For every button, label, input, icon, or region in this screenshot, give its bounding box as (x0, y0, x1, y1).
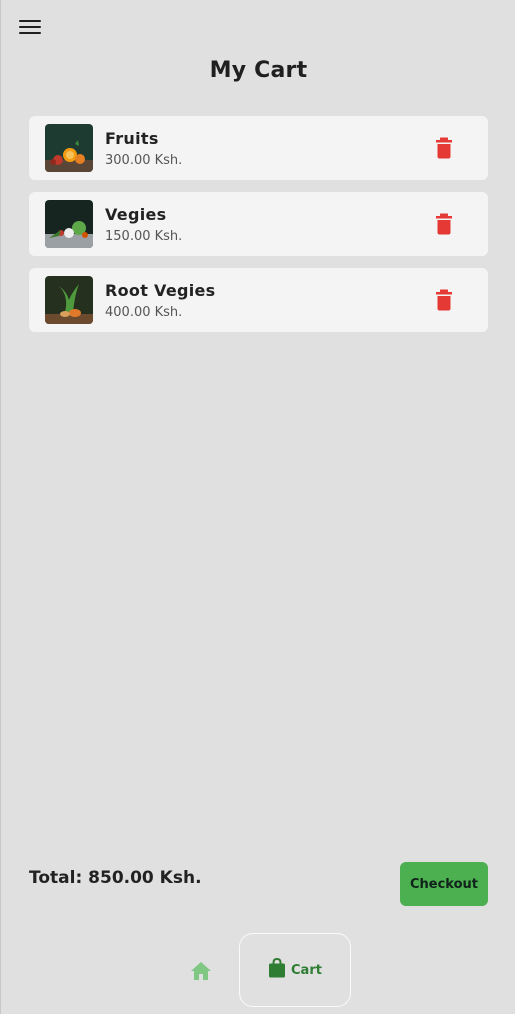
page-title: My Cart (209, 58, 308, 83)
home-icon[interactable] (190, 960, 212, 982)
cart-screen: My Cart Fruits 300.00 Ksh. Vegies 150.00… (0, 0, 515, 1014)
cart-total: Total: 850.00 Ksh. (29, 868, 202, 888)
nav-cart-label: Cart (291, 962, 322, 978)
trash-icon[interactable] (434, 137, 454, 159)
fruits-thumbnail (45, 124, 93, 172)
nav-cart-button[interactable]: Cart (239, 933, 351, 1007)
item-price: 400.00 Ksh. (105, 305, 183, 320)
cart-item-root-vegies: Root Vegies 400.00 Ksh. (29, 268, 488, 332)
trash-icon[interactable] (434, 213, 454, 235)
vegetables-thumbnail (45, 200, 93, 248)
cart-list: Fruits 300.00 Ksh. Vegies 150.00 Ksh. Ro… (29, 116, 488, 344)
cart-item-vegies: Vegies 150.00 Ksh. (29, 192, 488, 256)
root-vegetables-thumbnail (45, 276, 93, 324)
item-name: Root Vegies (105, 281, 216, 300)
trash-icon[interactable] (434, 289, 454, 311)
checkout-button[interactable]: Checkout (400, 862, 488, 906)
item-price: 150.00 Ksh. (105, 229, 183, 244)
cart-item-fruits: Fruits 300.00 Ksh. (29, 116, 488, 180)
item-price: 300.00 Ksh. (105, 153, 183, 168)
item-name: Vegies (105, 205, 167, 224)
item-name: Fruits (105, 129, 159, 148)
shopping-bag-icon (268, 957, 286, 982)
hamburger-menu-icon[interactable] (19, 18, 41, 36)
